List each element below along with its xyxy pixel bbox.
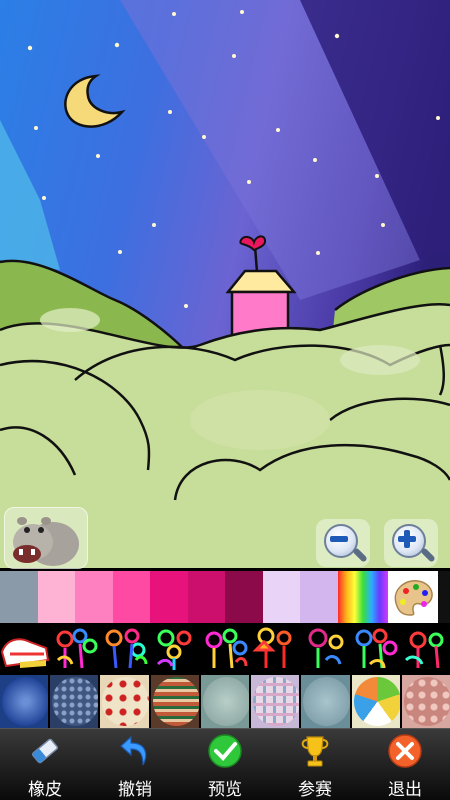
undo-label: 撤销: [118, 780, 152, 800]
pattern-swatch[interactable]: [351, 675, 400, 728]
sneaker-brush-icon: [0, 638, 50, 668]
flower-brush[interactable]: [300, 624, 350, 674]
color-swatch[interactable]: [112, 571, 150, 623]
flower-brush[interactable]: [200, 624, 250, 674]
color-swatch[interactable]: [37, 571, 75, 623]
pattern-swatch[interactable]: [401, 675, 450, 728]
palette-button[interactable]: [387, 571, 438, 623]
pattern-swatch[interactable]: [50, 675, 99, 728]
flower-brush[interactable]: [100, 624, 150, 674]
pattern-swatch[interactable]: [251, 675, 300, 728]
bottom-toolbar: 橡皮 撤销 预览 参赛 退出: [0, 728, 450, 800]
pattern-swatch[interactable]: [200, 675, 250, 728]
sneaker-brush[interactable]: [0, 624, 50, 674]
color-swatch[interactable]: [187, 571, 225, 623]
palette-icon: [394, 580, 433, 616]
rainbow-flower-brush-icon: [205, 628, 248, 669]
flower-brush[interactable]: [350, 624, 400, 674]
pattern-swatch[interactable]: [301, 675, 350, 728]
preview-button[interactable]: 预览: [180, 729, 270, 800]
brush-row: [0, 624, 450, 674]
hippo-icon: [13, 517, 79, 566]
color-palette: [0, 571, 450, 623]
undo-icon: [120, 735, 147, 766]
pattern-swatch[interactable]: [0, 675, 49, 728]
undo-button[interactable]: 撤销: [90, 729, 180, 800]
rainbow-flower-brush-icon: [105, 628, 148, 669]
flower-brush[interactable]: [400, 624, 450, 674]
rainbow-flower-brush-icon: [56, 628, 98, 669]
color-swatch[interactable]: [225, 571, 263, 623]
check-icon: [208, 734, 242, 768]
drawing-canvas[interactable]: [0, 0, 450, 568]
hippo-mascot-button[interactable]: [4, 507, 88, 569]
flower-brush[interactable]: [250, 624, 300, 674]
pattern-row: [0, 675, 450, 728]
zoom-out-button[interactable]: [316, 519, 370, 567]
rainbow-flower-brush-icon: [308, 628, 344, 668]
drawing-scene: [0, 0, 450, 568]
pattern-swatch[interactable]: [150, 675, 199, 728]
preview-label: 预览: [208, 780, 242, 800]
rainbow-flower-brush-icon: [156, 629, 192, 670]
rainbow-swatch[interactable]: [337, 571, 388, 623]
pattern-swatch[interactable]: [100, 675, 149, 728]
color-swatch[interactable]: [262, 571, 300, 623]
color-swatch[interactable]: [75, 571, 113, 623]
exit-label: 退出: [388, 780, 422, 800]
color-swatch[interactable]: [150, 571, 188, 623]
eraser-label: 橡皮: [28, 780, 62, 800]
flower-brush[interactable]: [150, 624, 200, 674]
flower-brush[interactable]: [50, 624, 100, 674]
eraser-button[interactable]: 橡皮: [0, 729, 90, 800]
close-icon: [388, 734, 422, 768]
contest-label: 参赛: [298, 780, 332, 800]
contest-button[interactable]: 参赛: [270, 729, 360, 800]
rainbow-flower-brush-icon: [252, 627, 292, 668]
rainbow-flower-brush-icon: [404, 631, 444, 669]
eraser-icon: [32, 738, 58, 764]
color-swatch[interactable]: [0, 571, 38, 623]
color-swatch[interactable]: [300, 571, 338, 623]
trophy-icon: [301, 736, 329, 767]
exit-button[interactable]: 退出: [360, 729, 450, 800]
rainbow-flower-brush-icon: [355, 628, 398, 669]
zoom-in-button[interactable]: [384, 519, 438, 567]
